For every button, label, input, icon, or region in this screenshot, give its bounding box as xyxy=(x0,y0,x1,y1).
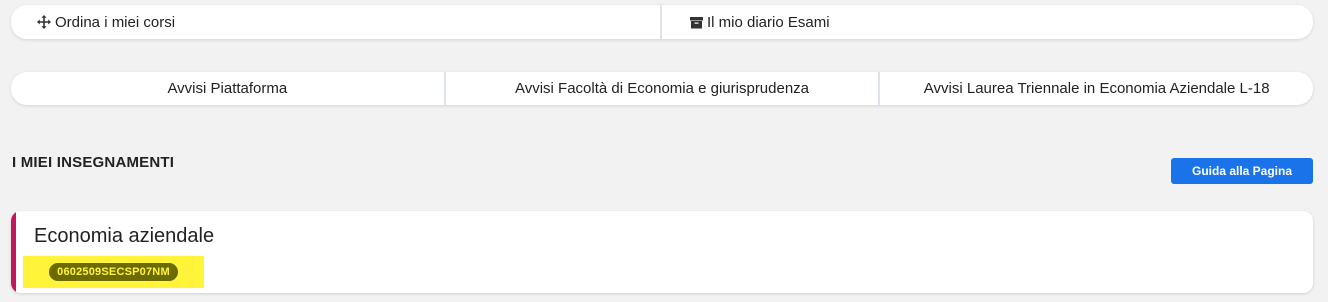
page-guide-button[interactable]: Guida alla Pagina xyxy=(1171,158,1313,184)
archive-box-icon xyxy=(690,16,703,29)
sort-courses-label: Ordina i miei corsi xyxy=(55,13,176,31)
tab-faculty-notices[interactable]: Avvisi Facoltà di Economia e giurisprude… xyxy=(443,72,879,105)
top-action-bar: Ordina i miei corsi Il mio diario Esami xyxy=(11,5,1313,39)
notices-tab-bar: Avvisi Piattaforma Avvisi Facoltà di Eco… xyxy=(11,72,1313,105)
tab-label: Avvisi Laurea Triennale in Economia Azie… xyxy=(923,80,1270,97)
move-arrows-icon xyxy=(37,15,51,29)
tab-label: Avvisi Facoltà di Economia e giurisprude… xyxy=(514,80,810,97)
page: Ordina i miei corsi Il mio diario Esami … xyxy=(0,0,1328,302)
tab-label: Avvisi Piattaforma xyxy=(167,80,288,97)
course-accent-bar xyxy=(11,211,16,293)
tab-platform-notices[interactable]: Avvisi Piattaforma xyxy=(11,72,444,105)
exam-diary-label: Il mio diario Esami xyxy=(707,13,830,31)
sort-courses-button[interactable]: Ordina i miei corsi xyxy=(11,5,660,39)
course-code-badge: 0602509SECSP07NM xyxy=(49,263,178,281)
exam-diary-button[interactable]: Il mio diario Esami xyxy=(660,5,1313,39)
section-title: I MIEI INSEGNAMENTI xyxy=(12,154,175,171)
course-code-highlight: 0602509SECSP07NM xyxy=(23,256,204,288)
course-card[interactable]: Economia aziendale 0602509SECSP07NM xyxy=(11,211,1313,293)
course-name: Economia aziendale xyxy=(34,225,215,247)
tab-degree-notices[interactable]: Avvisi Laurea Triennale in Economia Azie… xyxy=(878,72,1313,105)
